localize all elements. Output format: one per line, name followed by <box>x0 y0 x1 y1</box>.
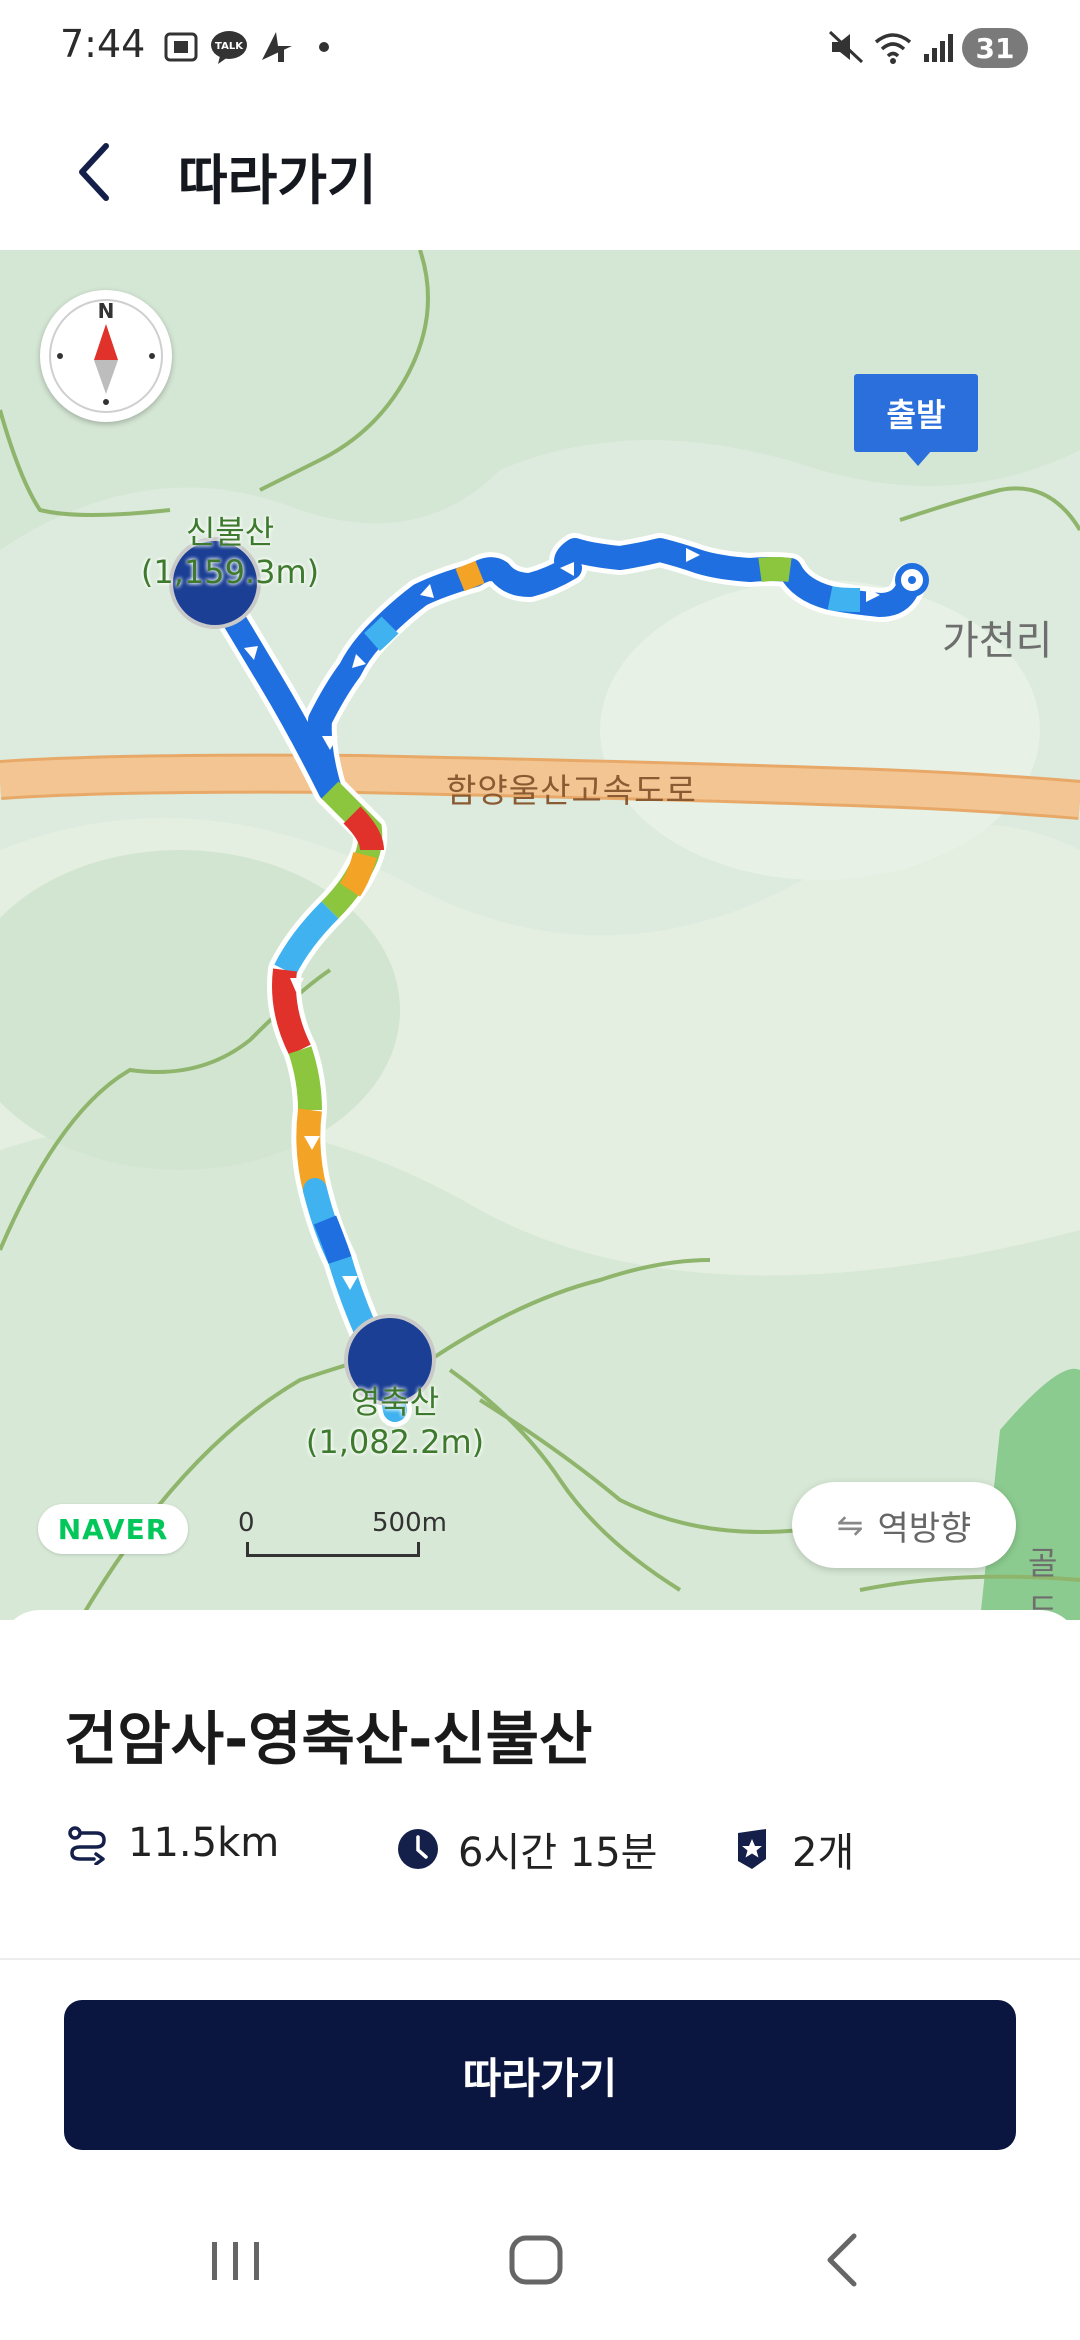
start-flag: 출발 <box>854 374 978 452</box>
peak-label-bottom: 영축산 (1,082.2m) <box>280 1382 510 1462</box>
follow-button[interactable]: 따라가기 <box>64 2000 1016 2150</box>
clock-icon <box>398 1829 438 1869</box>
scale-bar <box>246 1542 420 1557</box>
naver-logo: NAVER <box>38 1504 188 1554</box>
waypoints-value: 2개 <box>792 1830 855 1876</box>
distance-stat: 11.5km <box>66 1820 279 1866</box>
status-time: 7:44 <box>60 22 146 66</box>
kakaotalk-icon: TALK <box>211 31 247 64</box>
peak-label-top: 신불산 (1,159.3m) <box>120 512 340 592</box>
navigation-app-icon <box>262 32 292 62</box>
signal-icon <box>924 34 953 62</box>
distance-value: 11.5km <box>128 1820 280 1866</box>
divider <box>0 1958 1080 1960</box>
mute-icon <box>828 30 864 64</box>
duration-value: 6시간 15분 <box>458 1830 658 1876</box>
highway-label: 함양울산고속도로 <box>446 771 697 810</box>
status-bar: 7:44 TALK 31 <box>0 0 1080 100</box>
route-distance-icon <box>68 1826 106 1865</box>
peak-top-elevation: (1,159.3m) <box>140 553 320 591</box>
village2-label: 골드 <box>1028 1544 1058 1620</box>
reverse-direction-label: 역방향 <box>877 1508 972 1549</box>
battery-badge: 31 <box>962 28 1028 68</box>
route-map[interactable]: N 출발 신불산 (1,159.3m) 영축산 (1,082.2m) 함양울산고… <box>0 250 1080 1620</box>
waypoints-stat: 2개 <box>730 1820 854 1878</box>
svg-text:TALK: TALK <box>215 41 244 52</box>
screenshot-icon <box>164 32 198 62</box>
svg-text:N: N <box>98 299 115 323</box>
app-header: 따라가기 <box>0 100 1080 250</box>
scale-max: 500m <box>372 1508 447 1538</box>
peak-top-name: 신불산 <box>185 513 275 551</box>
back-icon[interactable] <box>794 2220 894 2300</box>
notification-dot-icon <box>319 42 329 52</box>
scale-zero: 0 <box>238 1508 255 1538</box>
recent-apps-icon[interactable] <box>186 2220 286 2300</box>
page-title: 따라가기 <box>178 149 377 212</box>
peak-bottom-elevation: (1,082.2m) <box>305 1423 485 1461</box>
peak-bottom-name: 영축산 <box>350 1383 440 1421</box>
start-flag-pointer <box>904 450 932 466</box>
course-title: 건암사-영축산-신불산 <box>64 1705 593 1773</box>
duration-stat: 6시간 15분 <box>396 1820 657 1878</box>
village-label: 가천리 <box>942 618 1053 664</box>
compass[interactable]: N <box>40 290 172 422</box>
reverse-direction-button[interactable]: ⇋ 역방향 <box>792 1482 1016 1568</box>
swap-arrows-icon: ⇋ <box>836 1506 864 1544</box>
wifi-icon <box>874 33 912 64</box>
back-button[interactable] <box>60 132 140 212</box>
home-icon[interactable] <box>486 2220 586 2300</box>
badge-star-icon <box>738 1829 766 1869</box>
compass-icon: N <box>49 299 163 413</box>
